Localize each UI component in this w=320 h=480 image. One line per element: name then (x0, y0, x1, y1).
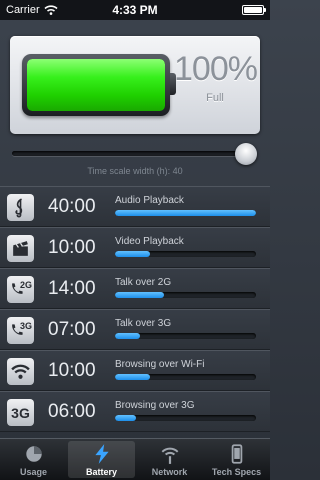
tab-network[interactable]: Network (136, 439, 203, 480)
music-clef-icon (7, 194, 34, 221)
duration-bar-fill (115, 415, 137, 421)
video-clapper-icon (7, 235, 34, 262)
duration-bar-fill (115, 251, 151, 257)
list-item: 3G 06:00 Browsing over 3G (0, 391, 270, 432)
wifi-signal-icon (44, 5, 58, 15)
status-battery-icon (242, 5, 266, 15)
tab-tech-specs[interactable]: Tech Specs (203, 439, 270, 480)
battery-state: Full (206, 92, 224, 104)
time-remaining: 10:00 (48, 237, 96, 258)
phone-3g-icon: 3G (7, 317, 34, 344)
phone-icon (231, 444, 242, 464)
time-remaining: 06:00 (48, 401, 96, 422)
duration-bar (115, 210, 256, 216)
activity-label: Talk over 3G (115, 318, 172, 329)
icon-badge-text: 3G (11, 404, 30, 421)
duration-bar (115, 415, 256, 421)
phone-2g-icon: 2G (7, 276, 34, 303)
time-scale-slider-track[interactable] (12, 151, 248, 156)
duration-bar-fill (115, 333, 141, 339)
activity-label: Browsing over 3G (115, 400, 195, 411)
list-item: 2G 14:00 Talk over 2G (0, 268, 270, 309)
activity-label: Audio Playback (115, 195, 184, 206)
activity-list: 40:00 Audio Playback 10:00 Video Playbac… (0, 186, 270, 432)
duration-bar (115, 292, 256, 298)
list-item: 3G 07:00 Talk over 3G (0, 309, 270, 350)
duration-bar (115, 333, 256, 339)
list-item: 10:00 Browsing over Wi-Fi (0, 350, 270, 391)
battery-percent: 100% (174, 50, 258, 88)
network-signal-icon (161, 447, 178, 464)
tab-label: Usage (19, 467, 47, 477)
list-item: 10:00 Video Playback (0, 227, 270, 268)
tab-bar: Usage Battery Network Tech Specs (0, 438, 270, 480)
time-remaining: 10:00 (48, 360, 96, 381)
pie-chart-icon (25, 446, 42, 462)
time-scale-slider-thumb[interactable] (235, 143, 257, 165)
status-time: 4:33 PM (112, 3, 158, 17)
duration-bar-fill (115, 210, 256, 216)
icon-badge-text: 3G (19, 320, 32, 331)
time-remaining: 14:00 (48, 278, 96, 299)
tab-label: Battery (85, 467, 117, 477)
battery-panel: 100% Full (10, 36, 260, 134)
tab-label: Tech Specs (211, 467, 262, 477)
status-bar: Carrier 4:33 PM (0, 0, 270, 20)
wifi-icon (7, 358, 34, 385)
activity-label: Talk over 2G (115, 277, 172, 288)
3g-badge-icon: 3G (7, 399, 34, 426)
battery-level-fill (27, 59, 165, 111)
duration-bar-fill (115, 292, 165, 298)
lightning-icon (94, 444, 109, 464)
activity-label: Browsing over Wi-Fi (115, 359, 205, 370)
time-remaining: 40:00 (48, 196, 96, 217)
duration-bar-fill (115, 374, 151, 380)
carrier-name: Carrier (6, 4, 40, 16)
tab-usage[interactable]: Usage (0, 439, 67, 480)
duration-bar (115, 374, 256, 380)
time-remaining: 07:00 (48, 319, 96, 340)
duration-bar (115, 251, 256, 257)
icon-badge-text: 2G (19, 279, 32, 290)
tab-label: Network (151, 467, 188, 477)
battery-graphic (22, 54, 170, 116)
activity-label: Video Playback (115, 236, 184, 247)
time-scale-label: Time scale width (h): 40 (87, 166, 183, 176)
list-item: 40:00 Audio Playback (0, 186, 270, 227)
tab-battery[interactable]: Battery (68, 441, 135, 478)
carrier-info: Carrier (6, 4, 96, 16)
